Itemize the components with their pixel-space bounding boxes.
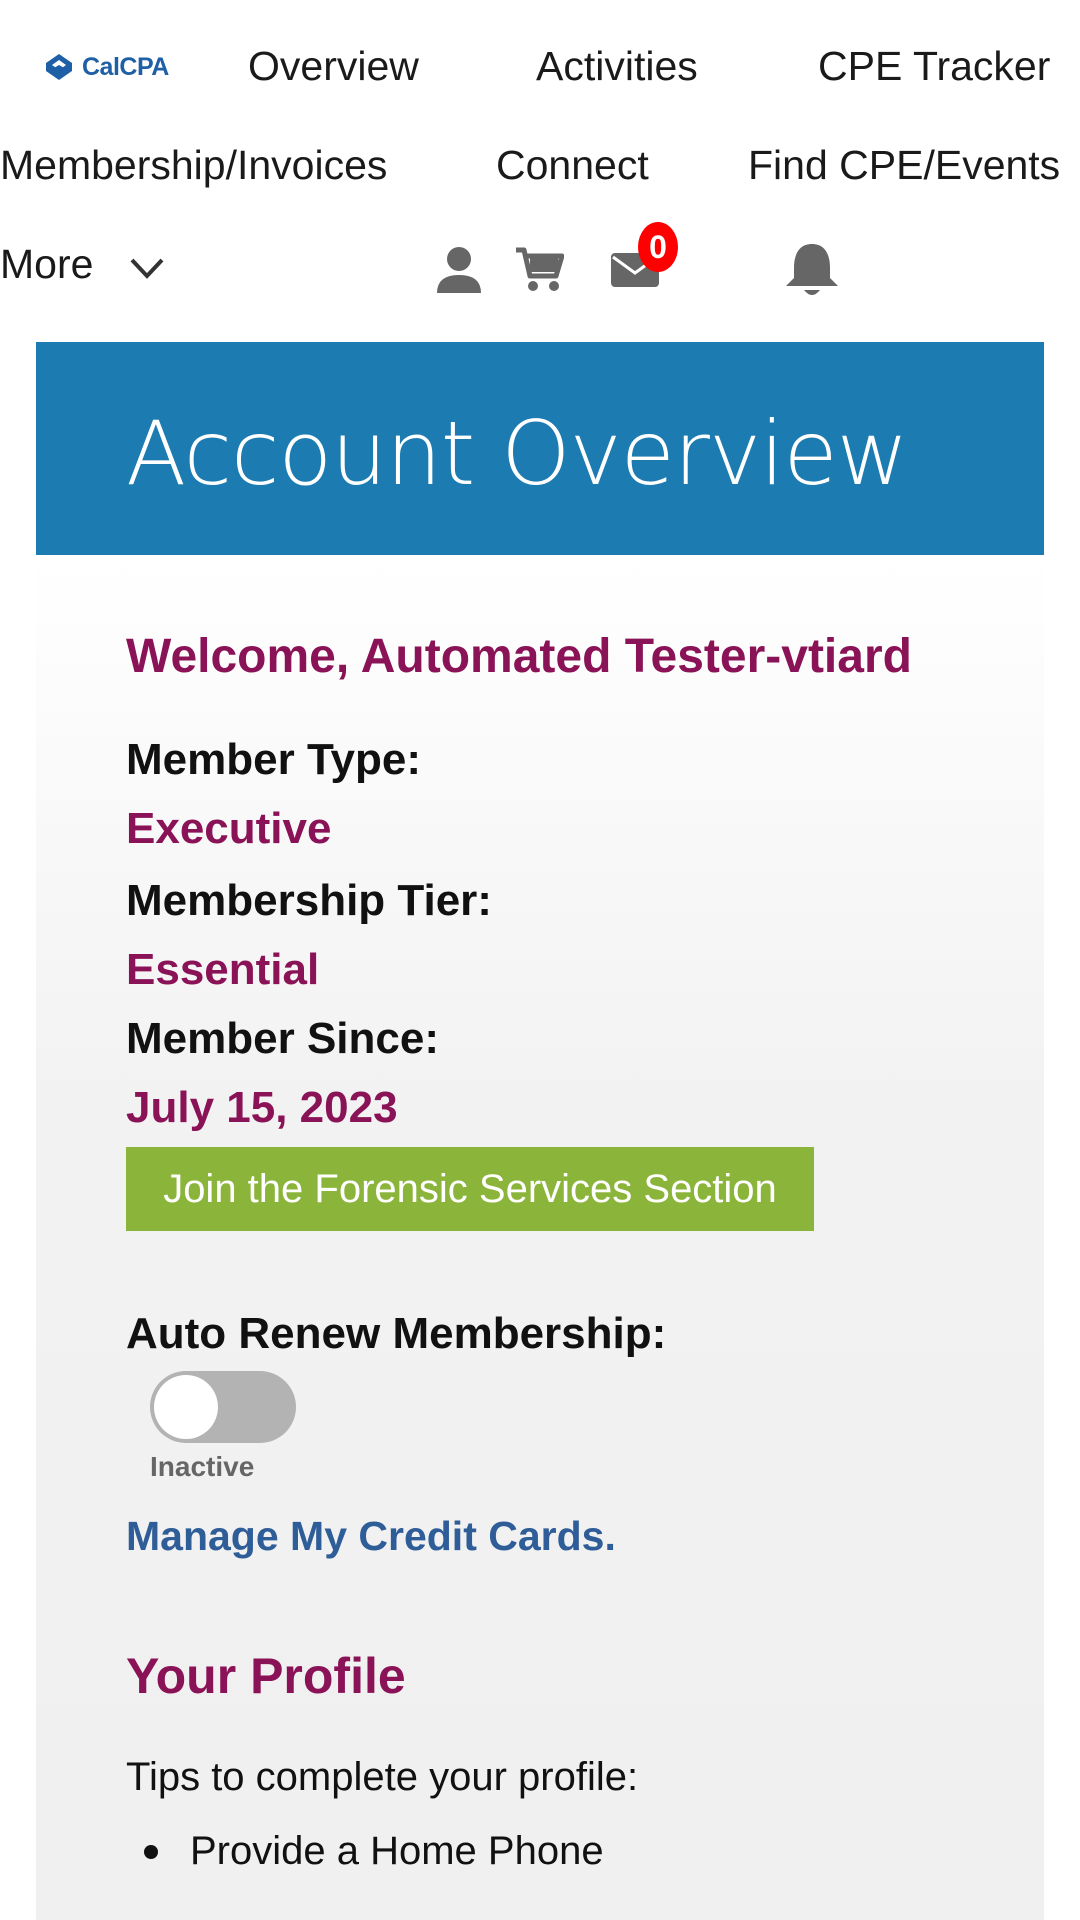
nav-more[interactable]: More [0, 244, 93, 285]
user-icon[interactable] [434, 244, 484, 296]
calcpa-logo[interactable]: CalCPA [44, 52, 169, 82]
auto-renew-status: Inactive [150, 1451, 255, 1482]
member-since-value: July 15, 2023 [126, 1083, 398, 1132]
cart-icon[interactable] [514, 246, 564, 294]
nav-membership-invoices[interactable]: Membership/Invoices [0, 145, 387, 186]
join-forensic-section-button[interactable]: Join the Forensic Services Section [126, 1147, 814, 1231]
member-since-label: Member Since: [126, 1014, 439, 1063]
nav-more-label: More [0, 241, 94, 287]
membership-tier-value: Essential [126, 945, 320, 994]
message-count-badge: 0 [638, 222, 678, 272]
chevron-down-icon[interactable] [128, 254, 166, 282]
welcome-heading: Welcome, Automated Tester-vtiard [126, 630, 912, 683]
nav-overview[interactable]: Overview [248, 46, 419, 87]
logo-mark-icon [46, 54, 72, 80]
tip-text: Provide a Home Phone [190, 1829, 604, 1873]
profile-tips-intro: Tips to complete your profile: [126, 1755, 639, 1799]
profile-tips-list: Provide a Home Phone [126, 1815, 604, 1887]
account-panel: Welcome, Automated Tester-vtiard Member … [36, 555, 1044, 1920]
nav-activities[interactable]: Activities [536, 46, 698, 87]
member-type-value: Executive [126, 804, 332, 853]
page-title: Account Overview [126, 402, 909, 505]
bell-icon[interactable] [784, 240, 840, 300]
logo-text: CalCPA [82, 52, 169, 81]
list-item: Provide a Home Phone [126, 1815, 604, 1887]
toggle-knob [154, 1375, 218, 1439]
member-type-label: Member Type: [126, 735, 422, 784]
nav-cpe-tracker[interactable]: CPE Tracker [818, 46, 1050, 87]
profile-heading: Your Profile [126, 1648, 406, 1704]
top-navigation: CalCPA Overview Activities CPE Tracker M… [0, 0, 1080, 320]
membership-tier-label: Membership Tier: [126, 876, 492, 925]
auto-renew-toggle[interactable] [150, 1371, 296, 1443]
bullet-icon [144, 1845, 158, 1859]
auto-renew-label: Auto Renew Membership: [126, 1309, 667, 1358]
nav-connect[interactable]: Connect [496, 145, 649, 186]
manage-credit-cards-link[interactable]: Manage My Credit Cards. [126, 1513, 616, 1560]
page-banner: Account Overview [36, 342, 1044, 555]
nav-find-cpe-events[interactable]: Find CPE/Events [748, 145, 1060, 186]
